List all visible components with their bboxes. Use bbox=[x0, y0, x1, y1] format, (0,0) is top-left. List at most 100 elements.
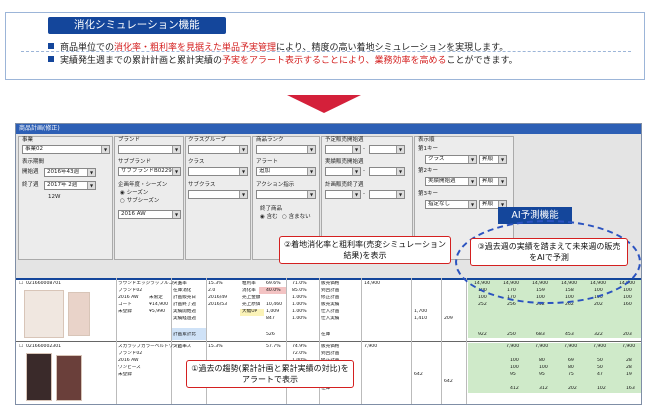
week-value: 922 bbox=[478, 332, 487, 337]
radio-end-include[interactable]: ◉ 含む bbox=[260, 214, 278, 221]
week-value: 7,900 bbox=[564, 344, 578, 349]
selling-price: 14,900 bbox=[364, 281, 381, 286]
label-season: 企画年度・シーズン bbox=[118, 182, 168, 188]
label-sort: 表示順 bbox=[418, 137, 435, 143]
radio-end-exclude[interactable]: ○ 含まない bbox=[282, 214, 311, 221]
label-end-week: 終了週 bbox=[22, 182, 39, 188]
week-value: 312 bbox=[539, 386, 548, 391]
stock-value: 642 bbox=[444, 379, 453, 384]
chevron-down-icon: ▼ bbox=[172, 168, 180, 175]
checkbox[interactable]: ☐ bbox=[19, 344, 23, 350]
class-select[interactable]: ▼ bbox=[188, 167, 248, 176]
metric-label: 実績開始週 bbox=[173, 309, 196, 314]
label-key3: 第3キー bbox=[418, 191, 438, 197]
key1-select[interactable]: クラス ▼ bbox=[425, 155, 477, 164]
start-week-select[interactable]: 2016年43週 ▼ bbox=[44, 168, 96, 177]
label-period: 表示期間 bbox=[22, 159, 45, 165]
business-select[interactable]: 事業02 ▼ bbox=[22, 145, 110, 154]
forecast-start-from[interactable]: ▼ bbox=[325, 145, 361, 154]
subclass-select[interactable]: ▼ bbox=[188, 190, 248, 199]
week-value: 100 bbox=[623, 295, 632, 300]
week-value: 7,900 bbox=[622, 344, 636, 349]
chevron-down-icon: ▼ bbox=[87, 182, 95, 189]
week-value: 7,900 bbox=[506, 344, 520, 349]
week-value: 80 bbox=[539, 358, 545, 363]
week-value: 80 bbox=[568, 365, 574, 370]
label-class: クラス bbox=[188, 159, 205, 165]
week-value: 95 bbox=[510, 372, 516, 377]
week-value: 100 bbox=[478, 295, 487, 300]
key2-order[interactable]: 昇順 ▼ bbox=[479, 177, 507, 186]
brand-select[interactable]: ▼ bbox=[118, 145, 181, 154]
week-value: 100 bbox=[623, 288, 632, 293]
label-rank: 商品ランク bbox=[256, 137, 284, 143]
action-select[interactable]: ▼ bbox=[256, 190, 316, 199]
key1-order[interactable]: 昇順 ▼ bbox=[479, 155, 507, 164]
chevron-down-icon: ▼ bbox=[307, 168, 315, 175]
pct-value: 1.00% bbox=[292, 309, 307, 314]
callout-alert-trend: ①過去の趨勢(累計計画と累計実績の対比)をアラートで表示 bbox=[186, 360, 354, 388]
metric3-label: 仕入実績 bbox=[321, 316, 340, 321]
chevron-down-icon: ▼ bbox=[468, 201, 476, 208]
metric3-label: 到回計画 bbox=[321, 288, 340, 293]
radio-season[interactable]: ◉ シーズン bbox=[120, 190, 148, 197]
rank-select[interactable]: ▼ bbox=[256, 145, 316, 154]
label-end-item: 終了商品 bbox=[260, 206, 283, 212]
metric3-label: 到回計画 bbox=[321, 351, 340, 356]
bullet-1: 商品単位での消化率・粗利率を見据えた単品予実管理により、精度の高い着地シミュレー… bbox=[48, 42, 508, 54]
label-forecast-start: 予定販売開始週 bbox=[325, 137, 364, 143]
week-value: 100 bbox=[539, 365, 548, 370]
chevron-down-icon: ▼ bbox=[239, 191, 247, 198]
week-value: 163 bbox=[626, 386, 635, 391]
radio-subseason[interactable]: ○ サブシーズン bbox=[120, 198, 159, 205]
window-title: 商品計画(修正) bbox=[16, 124, 641, 134]
chevron-down-icon: ▼ bbox=[172, 146, 180, 153]
purchase-plan: 642 bbox=[414, 372, 423, 377]
range-dash: - bbox=[363, 146, 365, 152]
class-group-select[interactable]: ▼ bbox=[188, 145, 248, 154]
week-value: 19 bbox=[626, 372, 632, 377]
product-category: コート bbox=[118, 302, 132, 307]
season-select[interactable]: 2016 AW ▼ bbox=[118, 210, 181, 219]
callout-ai-forecast: ③過去週の実績を踏まえて未来週の販売をAIで予測 bbox=[470, 238, 628, 266]
week-value: 100 bbox=[510, 365, 519, 370]
pct-value: 72.0% bbox=[292, 351, 307, 356]
week-value: 203 bbox=[623, 332, 632, 337]
metric-label: 欠品率 bbox=[173, 281, 187, 286]
row-separator bbox=[16, 341, 641, 342]
metric-label: 欠品率 bbox=[173, 344, 187, 349]
product-category: ワンピース bbox=[118, 365, 141, 370]
forecast-start-to[interactable]: ▼ bbox=[369, 145, 405, 154]
product-image-coat-2 bbox=[68, 292, 90, 336]
key2-select[interactable]: 実績開始週 ▼ bbox=[425, 177, 477, 186]
actual-start-to[interactable]: ▼ bbox=[369, 167, 405, 176]
end-week-select[interactable]: 2017年 2週 ▼ bbox=[44, 181, 96, 190]
plan-end-to[interactable]: ▼ bbox=[369, 190, 405, 199]
checkbox[interactable]: ☐ bbox=[19, 281, 23, 287]
metric2-value: 69.6% bbox=[266, 281, 281, 286]
metric-label: 計画累計比 bbox=[173, 332, 196, 337]
alert-select[interactable]: 追加 ▼ bbox=[256, 167, 316, 176]
week-value: 7,900 bbox=[593, 344, 607, 349]
metric-value: 15.3% bbox=[208, 344, 223, 349]
bullet-square-icon bbox=[48, 56, 54, 62]
label-plan-end: 計画販売終了週 bbox=[325, 182, 364, 188]
week-value: 95 bbox=[539, 372, 545, 377]
label-actual-start: 実績販売開始週 bbox=[325, 159, 364, 165]
label-brand: ブランド bbox=[118, 137, 141, 143]
metric2-label: 売上原価 bbox=[242, 302, 261, 307]
chevron-down-icon: ▼ bbox=[239, 168, 247, 175]
limited-status: 未限定 bbox=[149, 295, 163, 300]
actual-start-from[interactable]: ▼ bbox=[325, 167, 361, 176]
metric-value: 2016/53 bbox=[208, 302, 228, 307]
chevron-down-icon: ▼ bbox=[172, 211, 180, 218]
label-business: 事業 bbox=[22, 137, 34, 143]
plan-end-from[interactable]: ▼ bbox=[325, 190, 361, 199]
week-value: 202 bbox=[568, 386, 577, 391]
metric2-value: 57.7% bbox=[266, 344, 281, 349]
range-dash: - bbox=[363, 191, 365, 197]
week-value: 453 bbox=[565, 332, 574, 337]
sub-brand-select[interactable]: サブブランドB0229 ▼ bbox=[118, 167, 181, 176]
chevron-down-icon: ▼ bbox=[468, 156, 476, 163]
key3-select[interactable]: 指定なし ▼ bbox=[425, 200, 477, 209]
